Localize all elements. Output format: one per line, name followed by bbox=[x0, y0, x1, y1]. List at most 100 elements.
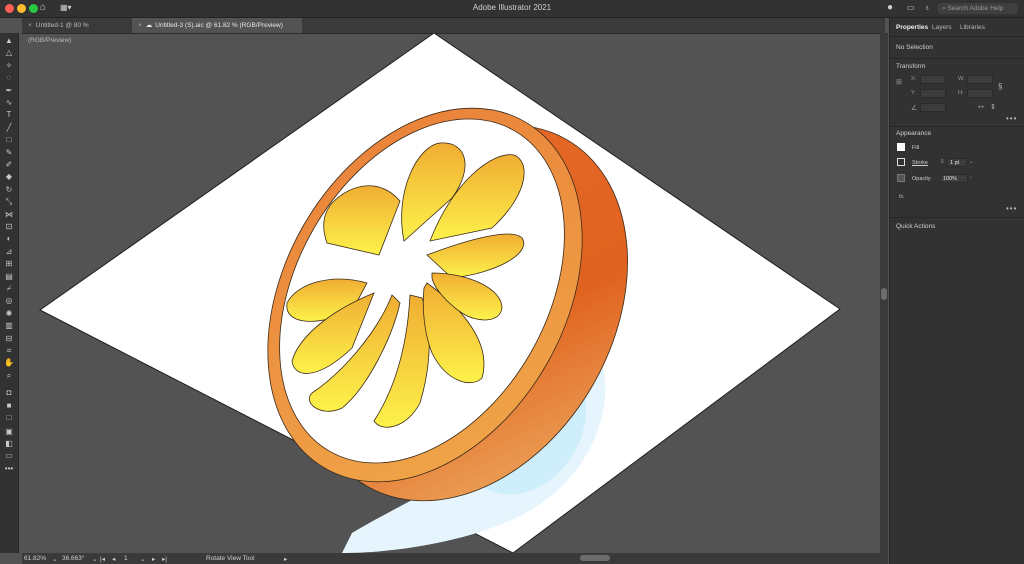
previous-artboard-icon[interactable]: ◂ bbox=[112, 555, 115, 563]
lasso-icon[interactable]: ◌ bbox=[3, 73, 15, 83]
close-tab-icon[interactable]: × bbox=[28, 22, 32, 29]
w-input[interactable] bbox=[967, 75, 993, 84]
paintbrush-icon[interactable]: ✎ bbox=[3, 148, 15, 158]
stroke-weight-input[interactable]: 1 pt bbox=[947, 158, 967, 167]
opacity-label[interactable]: Opacity bbox=[912, 176, 931, 182]
h-input[interactable] bbox=[967, 89, 993, 98]
selection-icon[interactable]: ▲ bbox=[3, 36, 15, 46]
free-transform-icon[interactable]: ⊡ bbox=[3, 222, 15, 232]
cloud-document-icon: ☁ bbox=[145, 22, 153, 29]
mesh-icon[interactable]: ⊞ bbox=[3, 259, 15, 269]
stroke-swatch[interactable] bbox=[897, 158, 905, 166]
artboard-icon[interactable]: ⊟ bbox=[3, 334, 15, 344]
opacity-arrow-icon[interactable]: › bbox=[970, 175, 972, 181]
close-tab-icon[interactable]: × bbox=[138, 22, 142, 29]
appearance-more-options-icon[interactable]: ••• bbox=[1006, 204, 1017, 213]
hand-icon[interactable]: ✋ bbox=[3, 358, 15, 368]
tab-untitled-1[interactable]: × Untitled-1 @ 80 % (RGB/Preview) bbox=[22, 18, 132, 44]
perspective-icon[interactable]: ⊿ bbox=[3, 247, 15, 257]
opacity-input[interactable]: 100% bbox=[940, 174, 968, 183]
drawing-mode-icon[interactable]: ◧ bbox=[3, 439, 15, 449]
scrollbar-thumb[interactable] bbox=[881, 288, 887, 300]
transform-more-options-icon[interactable]: ••• bbox=[1006, 114, 1017, 123]
default-fill-stroke-icon[interactable]: ◘ bbox=[3, 388, 15, 398]
column-graph-icon[interactable]: ▥ bbox=[3, 321, 15, 331]
artboard-number[interactable]: 1 bbox=[124, 555, 128, 562]
title-bar: ⌂ ▦▾ Adobe Illustrator 2021 ● ▭ ♁ ⌕ Sear… bbox=[0, 0, 1024, 18]
tab-properties[interactable]: Properties bbox=[896, 24, 928, 31]
stroke-label[interactable]: Stroke bbox=[912, 160, 928, 166]
x-input[interactable] bbox=[920, 75, 946, 84]
quick-actions-title: Quick Actions bbox=[896, 223, 936, 230]
blend-icon[interactable]: ◎ bbox=[3, 296, 15, 306]
edit-toolbar-icon[interactable]: ••• bbox=[3, 464, 15, 474]
shape-builder-icon[interactable]: ◐ bbox=[3, 234, 15, 244]
first-artboard-icon[interactable]: |◂ bbox=[100, 555, 105, 563]
status-menu-icon[interactable]: ▸ bbox=[284, 555, 287, 563]
artwork bbox=[39, 33, 841, 553]
tools-panel: ▲ △ ✧ ◌ ✒ ∿ T ╱ □ ✎ ✐ ◆ ↻ ⤡ ⋈ ⊡ ◐ ⊿ ⊞ ▤ ⌿ ◎ ✺ ▥ ⊟ ⌗ ✋ ⌕ ◘ ■ □ ▣ ◧ ▭ ••• bbox=[0, 33, 19, 553]
current-tool-label: Rotate View Tool bbox=[206, 555, 255, 562]
zoom-level[interactable]: 61.82% bbox=[24, 555, 46, 562]
artboard-dropdown-icon[interactable]: ⌄ bbox=[140, 555, 145, 563]
slice-icon[interactable]: ⌗ bbox=[3, 346, 15, 356]
canvas-area[interactable] bbox=[22, 33, 879, 553]
shaper-icon[interactable]: ✐ bbox=[3, 160, 15, 170]
fx-button[interactable]: fx. bbox=[899, 194, 905, 200]
tab-layers[interactable]: Layers bbox=[932, 24, 952, 31]
horizontal-scrollbar-thumb[interactable] bbox=[580, 555, 610, 561]
divider bbox=[890, 36, 1024, 37]
stroke-dropdown-icon[interactable]: ⌄ bbox=[969, 159, 974, 165]
direct-selection-icon[interactable]: △ bbox=[3, 48, 15, 58]
selection-status: No Selection bbox=[896, 44, 933, 51]
screen-mode-icon[interactable]: ▭ bbox=[3, 451, 15, 461]
rotate-icon[interactable]: ↻ bbox=[3, 185, 15, 195]
flip-vertical-icon[interactable]: ⇕ bbox=[990, 103, 996, 111]
divider bbox=[890, 126, 1024, 127]
w-label: W: bbox=[958, 76, 965, 82]
line-icon[interactable]: ╱ bbox=[3, 123, 15, 133]
magic-wand-icon[interactable]: ✧ bbox=[3, 61, 15, 71]
next-artboard-icon[interactable]: ▸ bbox=[152, 555, 155, 563]
scale-icon[interactable]: ⤡ bbox=[3, 197, 15, 207]
stroke-stepper-icon[interactable]: ⇕ bbox=[940, 159, 945, 165]
lightbulb-icon[interactable]: ♁ bbox=[924, 3, 930, 12]
zoom-icon[interactable]: ⌕ bbox=[3, 371, 15, 381]
fill-swatch[interactable] bbox=[897, 143, 905, 151]
stroke-color-swatch[interactable]: □ bbox=[3, 413, 15, 423]
x-label: X: bbox=[911, 76, 917, 82]
last-artboard-icon[interactable]: ▸| bbox=[162, 555, 167, 563]
appearance-title: Appearance bbox=[896, 130, 932, 137]
rotation-value[interactable]: 36.663° bbox=[62, 555, 84, 562]
eyedropper-icon[interactable]: ⌿ bbox=[3, 284, 15, 294]
color-mode-icon[interactable]: ▣ bbox=[3, 427, 15, 437]
zoom-dropdown-icon[interactable]: ⌄ bbox=[52, 555, 57, 563]
opacity-icon bbox=[897, 174, 905, 182]
width-icon[interactable]: ⋈ bbox=[3, 210, 15, 220]
rectangle-icon[interactable]: □ bbox=[3, 135, 15, 145]
transform-title: Transform bbox=[896, 63, 926, 70]
type-icon[interactable]: T bbox=[3, 110, 15, 120]
constrain-proportions-icon[interactable]: § bbox=[998, 82, 1002, 91]
gradient-icon[interactable]: ▤ bbox=[3, 272, 15, 282]
app-title: Adobe Illustrator 2021 bbox=[472, 3, 552, 12]
y-input[interactable] bbox=[920, 89, 946, 98]
symbol-sprayer-icon[interactable]: ✺ bbox=[3, 309, 15, 319]
eraser-icon[interactable]: ◆ bbox=[3, 172, 15, 182]
flip-horizontal-icon[interactable]: ⇿ bbox=[978, 103, 984, 111]
help-search-input[interactable]: ⌕ Search Adobe Help bbox=[938, 3, 1018, 14]
panel-toggle-icon[interactable]: ▭ bbox=[907, 3, 915, 12]
fill-color-swatch[interactable]: ■ bbox=[3, 401, 15, 411]
tab-libraries[interactable]: Libraries bbox=[960, 24, 985, 31]
pen-icon[interactable]: ✒ bbox=[3, 86, 15, 96]
vertical-scrollbar[interactable] bbox=[880, 33, 888, 553]
rotation-dropdown-icon[interactable]: ⌄ bbox=[92, 555, 97, 563]
h-label: H: bbox=[958, 90, 964, 96]
reference-point-icon[interactable]: ⊞ bbox=[896, 78, 902, 86]
properties-panel: Properties Layers Libraries No Selection… bbox=[889, 18, 1024, 564]
angle-input[interactable] bbox=[920, 103, 946, 112]
tab-untitled-3[interactable]: × ☁ Untitled-3 (S).aic @ 61.82 % (RGB/Prev… bbox=[132, 18, 302, 33]
curvature-icon[interactable]: ∿ bbox=[3, 98, 15, 108]
user-avatar-icon[interactable]: ● bbox=[887, 2, 893, 13]
angle-icon: ∠ bbox=[911, 105, 918, 112]
